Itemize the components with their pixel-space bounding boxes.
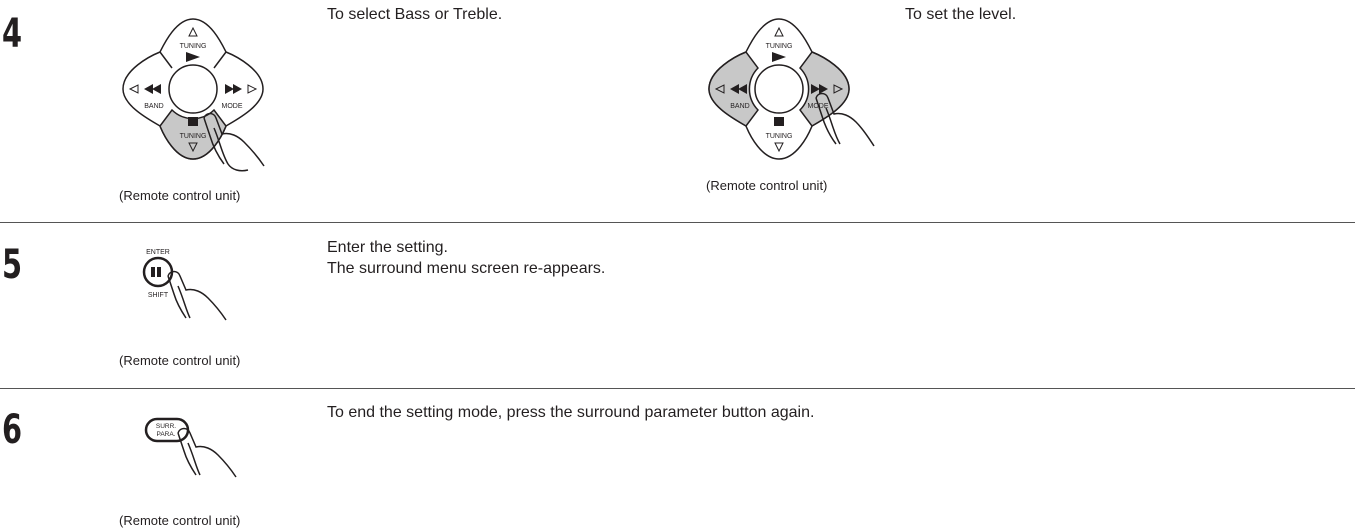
caption-step4-right: (Remote control unit) [706,178,828,193]
remote-illustration-step4-right: TUNING BAND MODE TUNING [708,18,875,160]
enter-button-illustration: ENTER SHIFT [142,249,227,321]
para-label: PARA. [156,431,175,438]
up-tuning-label: TUNING [766,43,793,50]
section-divider [0,388,1355,389]
caption-step4-left: (Remote control unit) [119,188,241,203]
instruction-step5-line2: The surround menu screen re-appears. [327,260,606,277]
step-number-5: 5 [2,242,23,288]
instruction-step6: To end the setting mode, press the surro… [327,404,815,421]
caption-step6: (Remote control unit) [119,513,241,528]
enter-label: ENTER [146,249,170,256]
band-label: BAND [144,103,163,110]
section-divider [0,222,1355,223]
instruction-step4-right: To set the level. [905,6,1017,23]
caption-step5: (Remote control unit) [119,353,241,368]
remote-illustration-step4-left: TUNING BAND MODE TUNING [122,18,265,172]
surr-label: SURR. [156,423,176,430]
instruction-step5-line1: Enter the setting. [327,239,448,256]
instruction-step4-left: To select Bass or Treble. [327,6,503,23]
mode-label: MODE [222,103,243,110]
band-label: BAND [730,103,749,110]
down-tuning-label: TUNING [180,133,207,140]
down-tuning-label: TUNING [766,133,793,140]
shift-label: SHIFT [148,292,169,299]
up-tuning-label: TUNING [180,43,207,50]
surr-para-button-illustration: SURR. PARA. [144,417,237,478]
step-number-6: 6 [2,407,23,453]
step-number-4: 4 [2,11,23,57]
